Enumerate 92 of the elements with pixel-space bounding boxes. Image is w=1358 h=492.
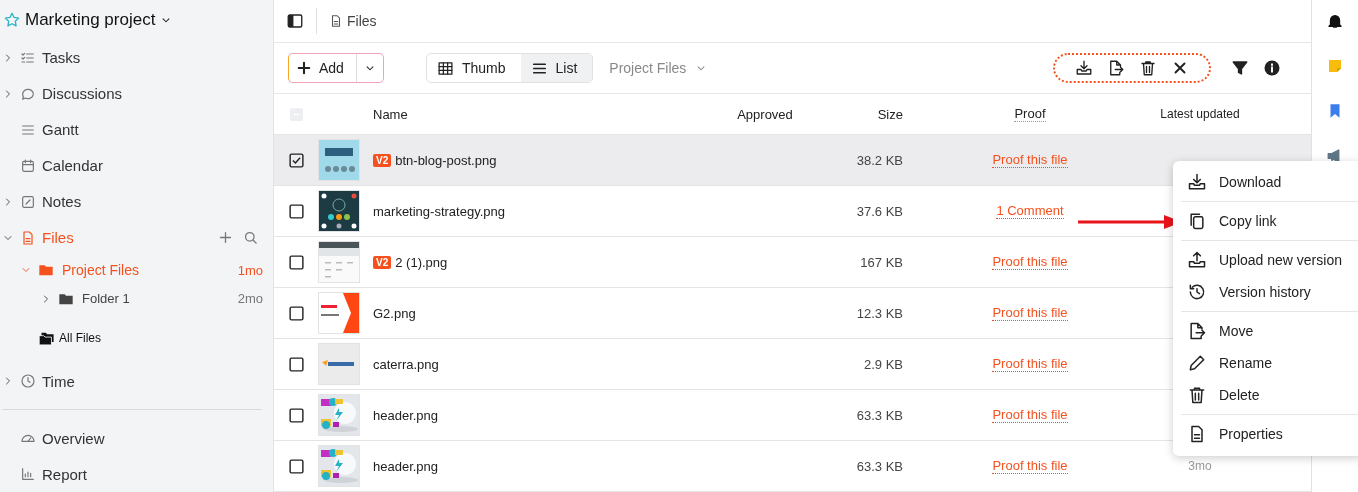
column-header[interactable]: Size [830,106,910,122]
pencil-icon [1187,353,1207,373]
menu-item[interactable]: Version history [1173,276,1358,308]
info-icon [1263,59,1281,77]
row-checkbox[interactable] [288,202,305,220]
calendar-icon [20,157,36,174]
add-button[interactable]: Add [289,54,357,82]
folder-dropdown[interactable]: Project Files [609,60,709,76]
move-icon [1107,59,1125,77]
view-tab[interactable]: List [520,54,593,82]
search-icon [242,229,259,247]
version-badge: V2 [373,153,392,167]
grid-icon [436,59,454,77]
row-checkbox[interactable] [288,457,305,475]
proof-link[interactable]: Proof this file [992,458,1068,474]
nav-item[interactable]: Notes [0,183,273,220]
project-title[interactable]: Marketing project [25,9,156,30]
proof-link[interactable]: Proof this file [992,356,1068,372]
upload-icon [1187,250,1207,270]
bell-icon [1326,12,1344,30]
file-icon [20,229,36,246]
filter-icon [1231,59,1249,77]
filter-button[interactable] [1231,59,1249,77]
file-name[interactable]: header.png [373,458,439,474]
delete-button[interactable] [1139,59,1157,77]
nav-item[interactable]: Overview [0,420,273,456]
copy-icon [1187,211,1207,231]
clock-icon [20,373,36,389]
sticky-note-icon [1326,57,1344,75]
move-button[interactable] [1107,59,1125,77]
file-name[interactable]: btn-blog-post.png [395,152,497,168]
menu-item[interactable]: Rename [1173,347,1358,379]
close-icon [1171,59,1189,77]
nav-item[interactable]: Calendar [0,147,273,184]
file-size: 38.2 KB [855,152,904,168]
view-tab[interactable]: Thumb [426,54,521,82]
all-files-link[interactable]: All Files [0,313,273,363]
row-checkbox[interactable] [288,355,305,373]
menu-item[interactable]: Move [1173,315,1358,347]
file-size: 167 KB [859,254,904,270]
version-badge: V2 [373,255,392,269]
file-name[interactable]: G2.png [373,305,416,321]
menu-item[interactable]: Properties [1173,418,1358,450]
history-icon [1187,282,1207,302]
file-size: 2.9 KB [862,356,904,372]
file-size: 12.3 KB [855,305,904,321]
column-header[interactable]: Approved [700,106,830,122]
star-icon [3,10,21,29]
download-icon [1075,59,1093,77]
download-button[interactable] [1075,59,1093,77]
file-name[interactable]: 2 (1).png [395,254,448,270]
file-icon [329,14,343,28]
menu-item[interactable]: Upload new version [1173,244,1358,276]
column-header[interactable]: Name [373,106,700,122]
move-icon [1187,321,1207,341]
sidebar-toggle-button[interactable] [286,12,304,30]
trash-icon [1187,385,1207,405]
sidebar-panel-icon [286,12,304,30]
file-name[interactable]: caterra.png [373,356,439,372]
column-header[interactable]: Latest updated [1150,107,1250,121]
menu-item[interactable]: Download [1173,166,1358,198]
download-icon [1187,172,1207,192]
info-button[interactable] [1263,59,1281,77]
file-size: 37.6 KB [855,203,904,219]
row-checkbox[interactable] [288,406,305,424]
menu-item[interactable]: Delete [1173,379,1358,411]
file-name[interactable]: header.png [373,407,439,423]
nav-item[interactable]: Gantt [0,111,273,148]
menu-item[interactable]: Copy link [1173,205,1358,237]
updated-time: 3mo [1188,459,1212,473]
row-checkbox[interactable] [288,151,305,169]
row-checkbox[interactable] [288,253,305,271]
nav-item[interactable]: Tasks [0,39,273,76]
file-name[interactable]: marketing-strategy.png [373,203,505,219]
proof-link[interactable]: Proof this file [992,305,1068,321]
trash-icon [1139,59,1157,77]
proof-link[interactable]: Proof this file [992,407,1068,423]
nav-item[interactable]: Discussions [0,75,273,112]
bar-chart-icon [20,466,36,482]
nav-item[interactable]: Report [0,456,273,492]
row-checkbox[interactable] [288,304,305,322]
breadcrumb: Files [347,13,377,29]
plus-icon [295,59,313,77]
proof-link[interactable]: 1 Comment [996,203,1064,219]
nav-item[interactable]: Time [0,363,273,399]
file-size: 63.3 KB [855,407,904,423]
close-button[interactable] [1171,59,1189,77]
proof-link[interactable]: Proof this file [992,254,1068,270]
column-header[interactable]: Proof [1014,106,1046,122]
note-icon [20,193,36,210]
file-size: 63.3 KB [855,458,904,474]
folder-item[interactable]: Folder 1 2mo [0,284,273,313]
